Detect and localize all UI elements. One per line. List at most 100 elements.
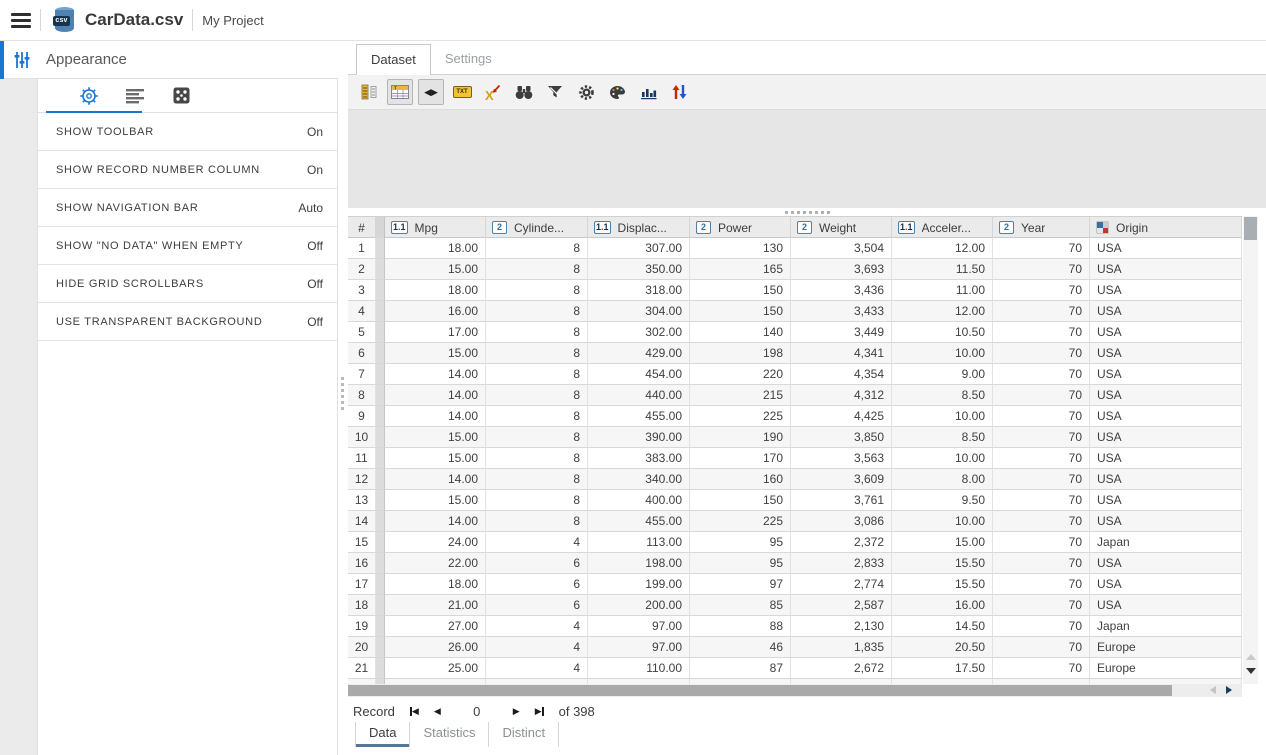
setting-show-navigation-bar[interactable]: SHOW NAVIGATION BAR Auto	[38, 189, 337, 227]
table-cell[interactable]: 8	[486, 301, 588, 322]
table-cell[interactable]: 8	[486, 322, 588, 343]
table-cell[interactable]: 8	[486, 448, 588, 469]
table-row[interactable]: 714.008454.002204,3549.0070USA	[348, 364, 1242, 385]
table-row[interactable]: 1315.008400.001503,7619.5070USA	[348, 490, 1242, 511]
setting-value[interactable]: Auto	[298, 201, 323, 215]
index-column-header[interactable]: #	[348, 217, 376, 238]
table-cell[interactable]: 10.00	[892, 448, 993, 469]
table-cell[interactable]: 3,693	[791, 259, 892, 280]
table-cell[interactable]: 70	[993, 532, 1090, 553]
table-cell[interactable]: 70	[993, 511, 1090, 532]
table-cell[interactable]: 150	[690, 490, 791, 511]
table-cell[interactable]: 20.50	[892, 637, 993, 658]
find-icon[interactable]	[511, 79, 537, 105]
table-row[interactable]: 1214.008340.001603,6098.0070USA	[348, 469, 1242, 490]
table-row[interactable]: 416.008304.001503,43312.0070USA	[348, 301, 1242, 322]
table-cell[interactable]: 8.00	[892, 469, 993, 490]
table-cell[interactable]: 6	[486, 574, 588, 595]
table-cell[interactable]: 25.00	[385, 658, 486, 679]
table-cell[interactable]: 110.00	[588, 658, 690, 679]
table-cell[interactable]: 454.00	[588, 364, 690, 385]
table-cell[interactable]: 140	[690, 322, 791, 343]
table-cell[interactable]: 8	[486, 406, 588, 427]
table-cell[interactable]: 8	[486, 511, 588, 532]
table-cell[interactable]: USA	[1090, 385, 1242, 406]
column-header-cylinde[interactable]: 2Cylinde...	[486, 217, 588, 238]
table-cell[interactable]: 4,354	[791, 364, 892, 385]
table-cell[interactable]: 15.00	[385, 427, 486, 448]
table-cell[interactable]: 21.00	[385, 595, 486, 616]
table-cell[interactable]: 70	[993, 238, 1090, 259]
table-cell[interactable]: 97.00	[588, 637, 690, 658]
table-row[interactable]: 2125.004110.00872,67217.5070Europe	[348, 658, 1242, 679]
table-cell[interactable]: 70	[993, 448, 1090, 469]
first-record-button[interactable]	[410, 707, 419, 716]
table-cell[interactable]: 15.50	[892, 574, 993, 595]
table-cell[interactable]: 70	[993, 637, 1090, 658]
table-cell[interactable]: 307.00	[588, 238, 690, 259]
table-cell[interactable]: Japan	[1090, 616, 1242, 637]
table-row[interactable]: 215.008350.001653,69311.5070USA	[348, 259, 1242, 280]
table-cell[interactable]: 304.00	[588, 301, 690, 322]
column-header-mpg[interactable]: 1.1Mpg	[385, 217, 486, 238]
table-cell[interactable]: USA	[1090, 469, 1242, 490]
table-cell[interactable]: 12.00	[892, 238, 993, 259]
column-header-origin[interactable]: Origin	[1090, 217, 1242, 238]
scroll-up-icon[interactable]	[1246, 654, 1256, 660]
table-cell[interactable]: 70	[993, 574, 1090, 595]
table-cell[interactable]: 225	[690, 511, 791, 532]
table-cell[interactable]: 6	[486, 595, 588, 616]
table-row[interactable]: 1622.006198.00952,83315.5070USA	[348, 553, 1242, 574]
table-cell[interactable]: 24.00	[385, 532, 486, 553]
table-cell[interactable]: 11.00	[892, 280, 993, 301]
table-cell[interactable]: Japan	[1090, 532, 1242, 553]
table-cell[interactable]: 8	[486, 259, 588, 280]
table-cell[interactable]: USA	[1090, 595, 1242, 616]
table-cell[interactable]: 17.50	[892, 658, 993, 679]
table-cell[interactable]: USA	[1090, 322, 1242, 343]
table-row[interactable]: 1524.004113.00952,37215.0070Japan	[348, 532, 1242, 553]
table-cell[interactable]: USA	[1090, 448, 1242, 469]
table-cell[interactable]: 3,436	[791, 280, 892, 301]
table-cell[interactable]: 4,341	[791, 343, 892, 364]
table-cell[interactable]: 2,672	[791, 658, 892, 679]
table-cell[interactable]: 16.00	[892, 595, 993, 616]
table-cell[interactable]: 8	[486, 343, 588, 364]
table-cell[interactable]: 70	[993, 595, 1090, 616]
table-cell[interactable]: 2,833	[791, 553, 892, 574]
sort-icon[interactable]	[666, 79, 692, 105]
table-cell[interactable]: 8	[486, 238, 588, 259]
table-cell[interactable]: USA	[1090, 490, 1242, 511]
table-cell[interactable]: 15.00	[892, 532, 993, 553]
tab-dataset[interactable]: Dataset	[356, 44, 431, 75]
table-cell[interactable]: USA	[1090, 238, 1242, 259]
table-row[interactable]: 1927.00497.00882,13014.5070Japan	[348, 616, 1242, 637]
table-cell[interactable]: 87	[690, 658, 791, 679]
setting-hide-grid-scrollbars[interactable]: HIDE GRID SCROLLBARS Off	[38, 265, 337, 303]
table-cell[interactable]: USA	[1090, 259, 1242, 280]
table-cell[interactable]: 88	[690, 616, 791, 637]
table-cell[interactable]: 318.00	[588, 280, 690, 301]
table-cell[interactable]: 150	[690, 280, 791, 301]
setting-value[interactable]: Off	[307, 315, 323, 329]
table-cell[interactable]: USA	[1090, 427, 1242, 448]
table-cell[interactable]: 14.00	[385, 385, 486, 406]
table-cell[interactable]: 70	[993, 658, 1090, 679]
table-row[interactable]: 1015.008390.001903,8508.5070USA	[348, 427, 1242, 448]
table-cell[interactable]: USA	[1090, 406, 1242, 427]
table-cell[interactable]: 10.00	[892, 406, 993, 427]
table-cell[interactable]: 198.00	[588, 553, 690, 574]
table-cell[interactable]: 113.00	[588, 532, 690, 553]
table-cell[interactable]: 10.50	[892, 322, 993, 343]
table-cell[interactable]: 70	[993, 616, 1090, 637]
table-cell[interactable]: 15.00	[385, 343, 486, 364]
table-cell[interactable]: 3,563	[791, 448, 892, 469]
column-header-weight[interactable]: 2Weight	[791, 217, 892, 238]
column-header-displac[interactable]: 1.1Displac...	[588, 217, 690, 238]
gear-icon[interactable]	[573, 79, 599, 105]
last-record-button[interactable]	[535, 707, 544, 716]
table-cell[interactable]: 15.50	[892, 553, 993, 574]
table-cell[interactable]: 17.00	[385, 322, 486, 343]
table-row[interactable]: 2026.00497.00461,83520.5070Europe	[348, 637, 1242, 658]
table-cell[interactable]: 14.50	[892, 616, 993, 637]
